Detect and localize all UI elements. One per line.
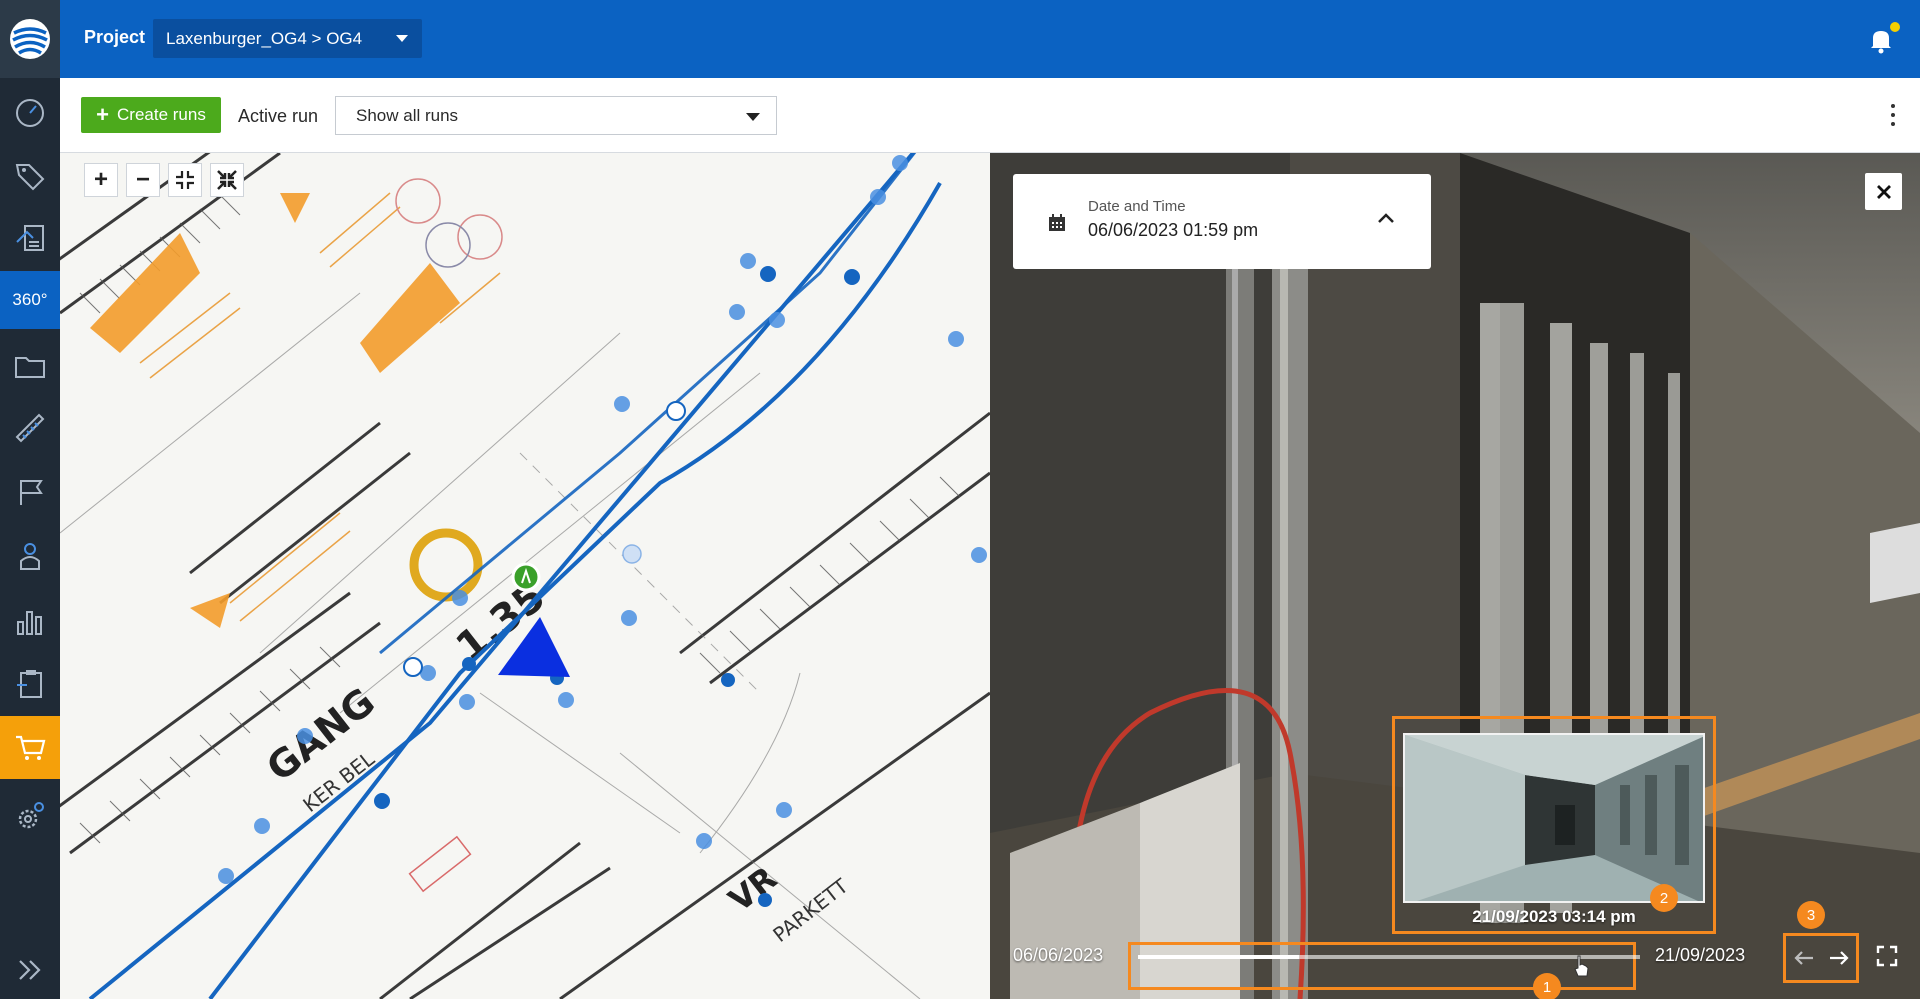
sidebar-item-milestones[interactable] (0, 463, 60, 521)
floor-plan-drawing: GANG 1.35 VR PARKETT KER BEL (60, 153, 990, 999)
folder-icon (15, 357, 45, 378)
app-logo[interactable] (0, 0, 60, 78)
reset-view-button[interactable] (210, 163, 244, 197)
compress-icon (176, 171, 194, 189)
toolbar: + Create runs Active run Show all runs (60, 78, 1920, 153)
date-time-value: 06/06/2023 01:59 pm (1088, 220, 1259, 240)
report-icon (16, 225, 44, 251)
sidebar-item-tags[interactable] (0, 147, 60, 205)
plus-icon: + (96, 102, 110, 127)
shrink-arrows-icon (217, 170, 237, 190)
map-controls: + − (84, 163, 244, 197)
more-options-icon[interactable] (1890, 104, 1896, 126)
sidebar-item-settings[interactable] (0, 787, 60, 845)
chevron-up-icon[interactable] (1377, 212, 1395, 224)
cart-icon (16, 735, 46, 760)
preview-thumbnail (1403, 733, 1705, 903)
active-run-label: Active run (238, 106, 319, 126)
project-label: Project (84, 27, 146, 47)
notification-dot (1890, 22, 1900, 32)
sidebar-item-360-label: 360° (12, 290, 48, 309)
close-icon (1876, 184, 1891, 199)
project-select[interactable]: Laxenburger_OG4 > OG4 (153, 19, 422, 58)
sidebar: 360° (0, 0, 60, 999)
timeline-progress (1138, 955, 1299, 959)
sidebar-item-reports[interactable] (0, 210, 60, 268)
active-run-select[interactable]: Show all runs (335, 96, 777, 135)
timeline-end-date: 21/09/2023 (1655, 945, 1746, 965)
arrow-left-icon[interactable] (1793, 949, 1815, 967)
floor-plan-map[interactable]: GANG 1.35 VR PARKETT KER BEL + − (60, 153, 990, 999)
bar-chart-icon (17, 611, 42, 635)
date-time-label: Date and Time (1088, 198, 1186, 215)
sidebar-item-people[interactable] (0, 527, 60, 585)
create-runs-label: Create runs (117, 105, 206, 124)
sidebar-item-360[interactable]: 360° (0, 271, 60, 329)
callout-badge-2: 2 (1650, 884, 1678, 912)
gear-icon (18, 802, 44, 829)
timeline-start-date: 06/06/2023 (1013, 945, 1104, 965)
callout-badge-1: 1 (1533, 973, 1561, 999)
caret-down-icon (396, 35, 408, 42)
zoom-out-button[interactable]: − (126, 163, 160, 197)
sidebar-item-shop[interactable] (0, 716, 60, 779)
sidebar-item-files[interactable] (0, 337, 60, 395)
active-run-value: Show all runs (356, 105, 459, 125)
fit-view-button[interactable] (168, 163, 202, 197)
double-chevron-right-icon (19, 960, 41, 980)
logo-icon (10, 19, 50, 59)
create-runs-button[interactable]: + Create runs (81, 97, 221, 133)
project-select-value: Laxenburger_OG4 > OG4 (166, 28, 363, 48)
calendar-icon (1049, 214, 1065, 231)
notification-bell-icon[interactable] (1868, 26, 1894, 54)
flag-icon (20, 480, 43, 505)
zoom-in-button[interactable]: + (84, 163, 118, 197)
close-viewer-button[interactable] (1865, 173, 1902, 210)
arrow-right-icon[interactable] (1828, 949, 1850, 967)
date-time-card[interactable]: Date and Time 06/06/2023 01:59 pm (1013, 174, 1431, 269)
sidebar-item-measure[interactable] (0, 399, 60, 457)
hand-cursor-icon (1574, 955, 1589, 977)
timeline-track[interactable] (1138, 955, 1640, 959)
sidebar-expand-button[interactable] (0, 941, 60, 999)
sidebar-item-clipboard[interactable] (0, 655, 60, 713)
clipboard-icon (17, 670, 42, 698)
preview-image (1405, 735, 1703, 901)
ruler-icon (15, 413, 45, 443)
speedometer-icon (16, 99, 44, 127)
sidebar-item-dashboard[interactable] (0, 84, 60, 142)
caret-down-icon (746, 113, 760, 121)
sidebar-item-analytics[interactable] (0, 592, 60, 650)
panorama-viewer[interactable]: Date and Time 06/06/2023 01:59 pm 21/09/… (990, 153, 1920, 999)
tags-icon (15, 164, 45, 191)
capture-navigation (1783, 933, 1859, 983)
top-bar: Project Laxenburger_OG4 > OG4 (60, 0, 1920, 78)
callout-badge-3: 3 (1797, 901, 1825, 929)
fullscreen-icon[interactable] (1876, 945, 1898, 967)
person-icon (20, 543, 40, 570)
